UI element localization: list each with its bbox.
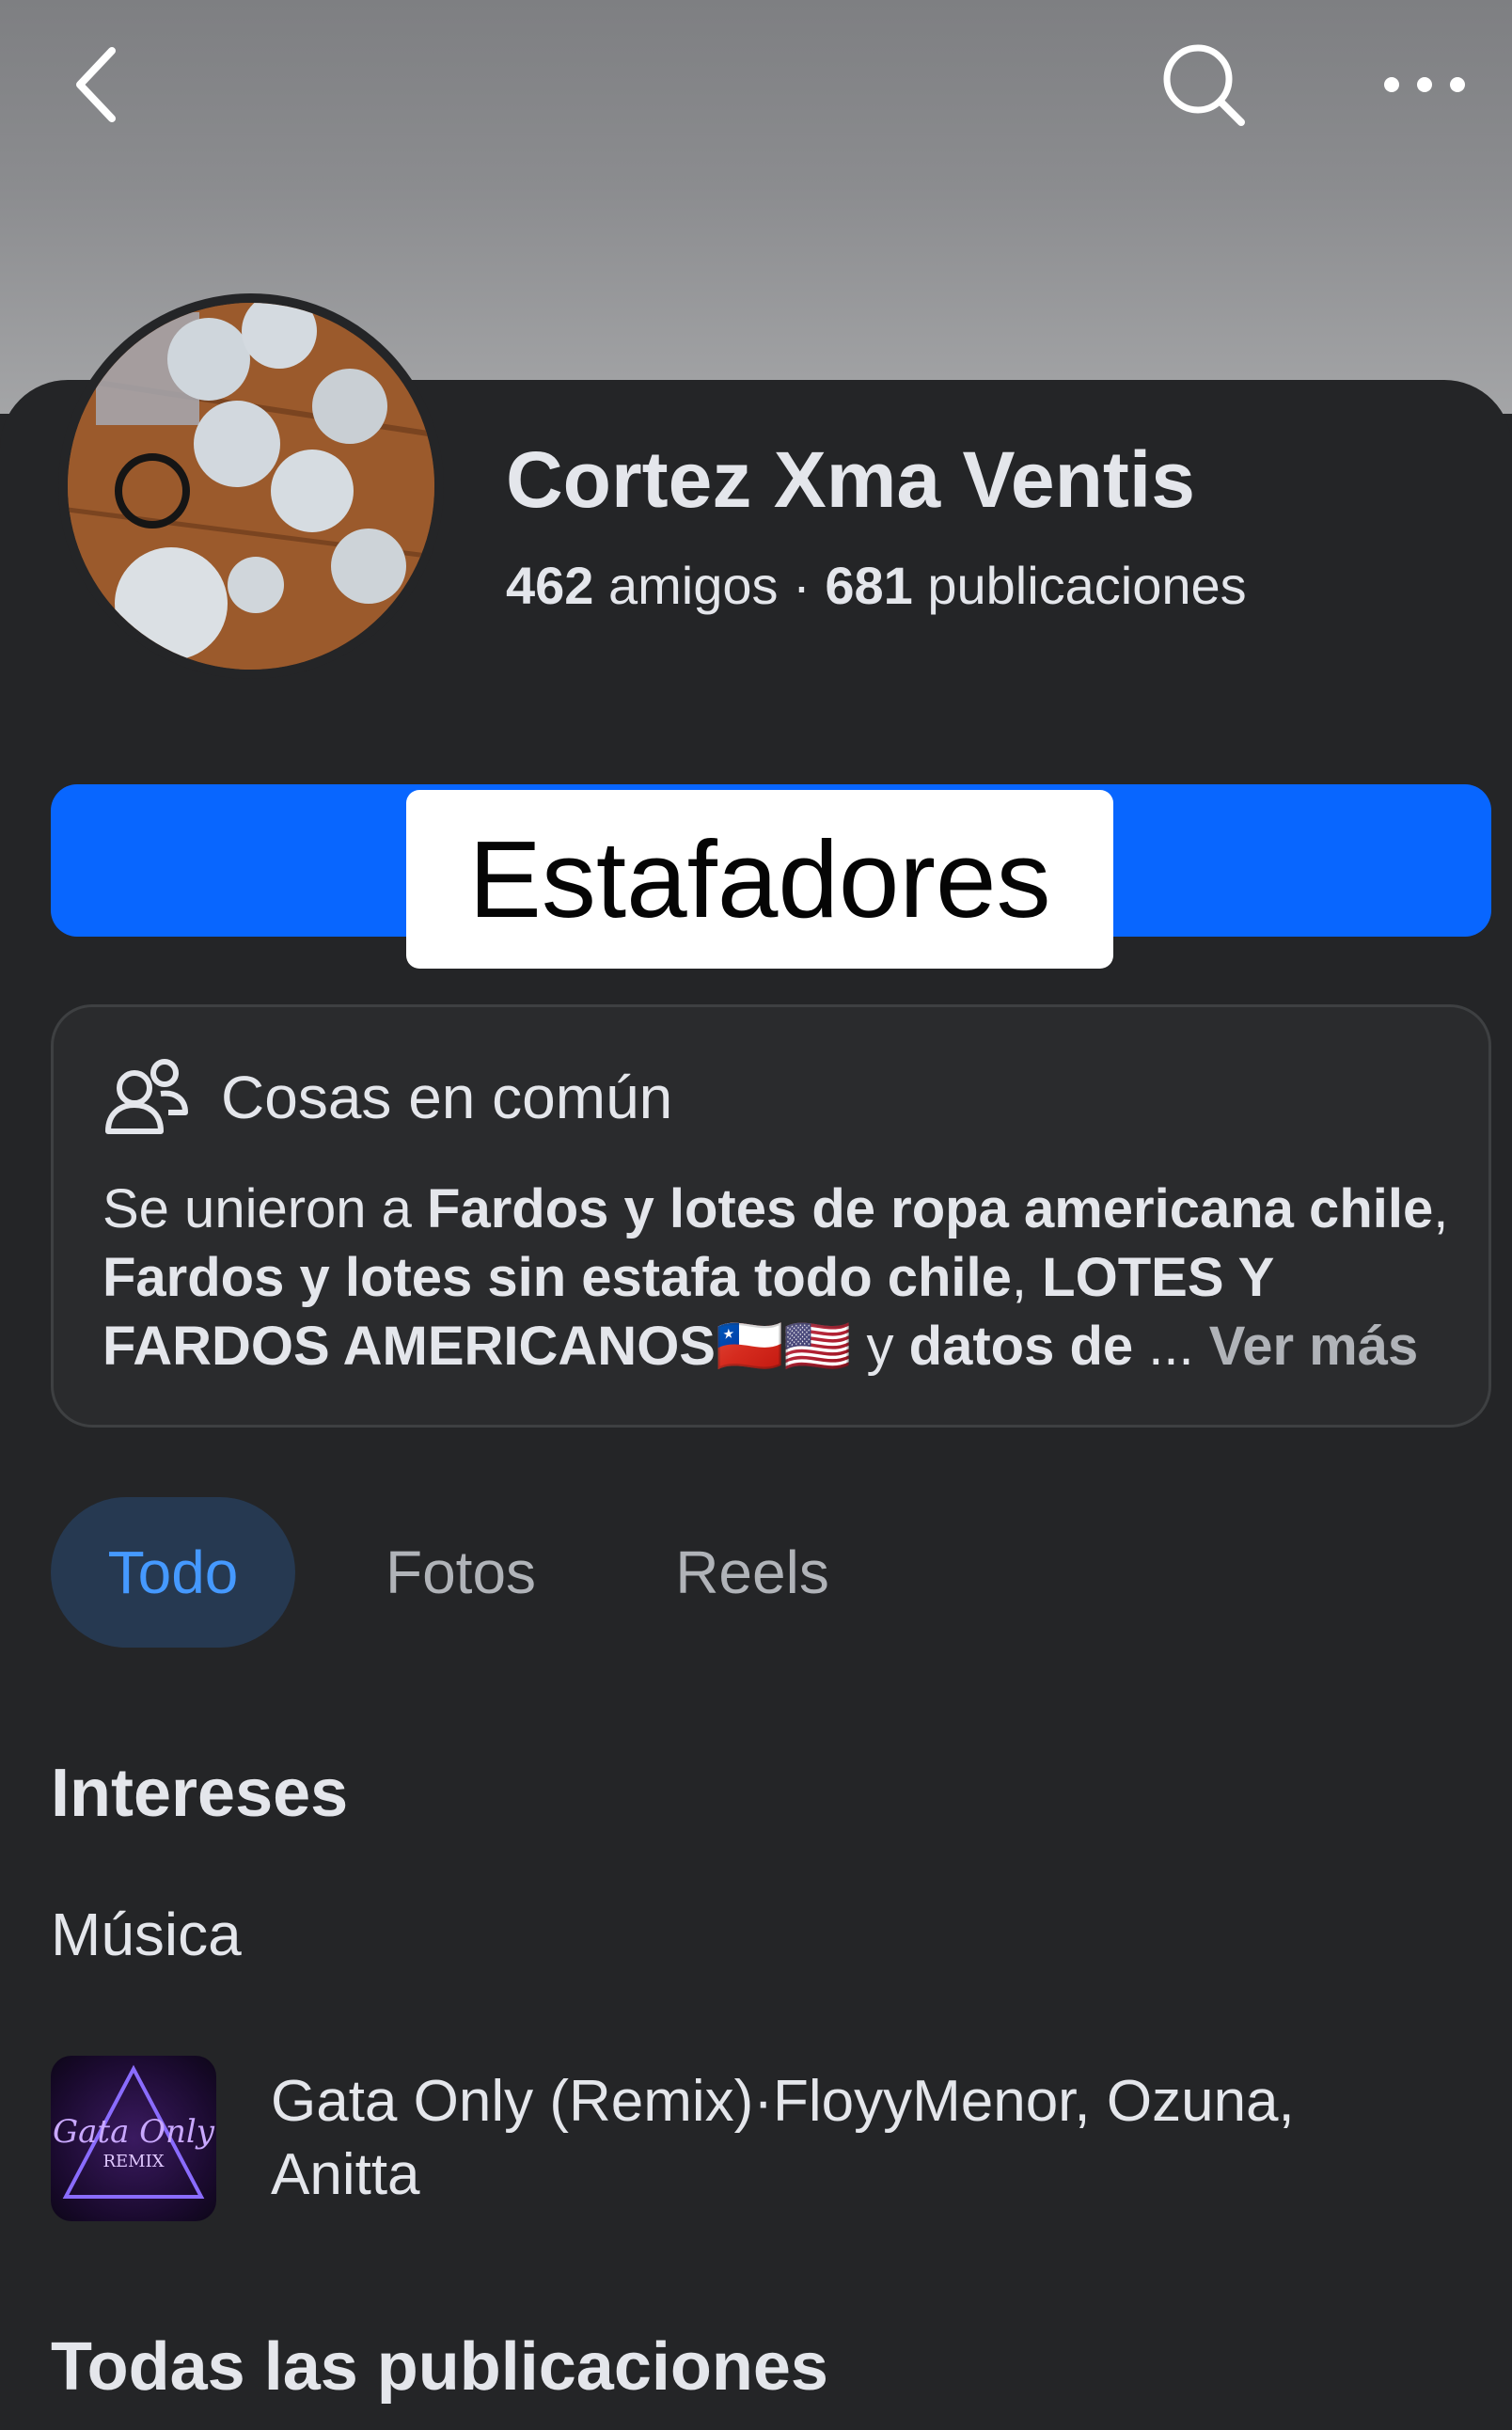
common-ellipsis: ... [1133, 1316, 1209, 1377]
see-more-link[interactable]: Ver más [1209, 1316, 1419, 1377]
group-link-4[interactable]: datos de [909, 1316, 1134, 1377]
overlay-label: Estafadores [406, 790, 1113, 969]
common-sep-2: , [1011, 1247, 1043, 1308]
common-title: Cosas en común [102, 1056, 672, 1139]
song-title: Gata Only (Remix)·FloyyMenor, Ozuna, Ani… [271, 2069, 1295, 2207]
stats-separator: · [793, 556, 811, 615]
common-sep-1: , [1433, 1178, 1449, 1239]
album-art-subtitle: REMIX [102, 2152, 164, 2171]
things-in-common-card[interactable]: Cosas en común Se unieron a Fardos y lot… [51, 1004, 1491, 1428]
profile-stats: 462 amigos · 681 publicaciones [506, 555, 1247, 616]
more-options-button[interactable] [1373, 38, 1476, 132]
common-title-text: Cosas en común [221, 1064, 673, 1131]
posts-label: publicaciones [927, 556, 1247, 615]
avatar-image [68, 303, 434, 670]
tab-todo[interactable]: Todo [51, 1497, 295, 1648]
tab-reels[interactable]: Reels [649, 1497, 856, 1648]
friends-label[interactable]: amigos [608, 556, 779, 615]
profile-name: Cortez Xma Ventis [506, 435, 1195, 524]
search-button[interactable] [1152, 38, 1255, 132]
music-interest-item[interactable]: Gata Only REMIX Gata Only (Remix)·FloyyM… [51, 2056, 1461, 2225]
album-art-title: Gata Only [53, 2113, 215, 2151]
back-button[interactable] [56, 38, 141, 132]
friends-count[interactable]: 462 [506, 556, 593, 615]
all-posts-title: Todas las publicaciones [51, 2329, 828, 2405]
group-link-1[interactable]: Fardos y lotes de ropa americana chile [427, 1178, 1433, 1239]
more-horizontal-icon [1384, 77, 1465, 92]
interests-category: Música [51, 1901, 242, 1968]
avatar[interactable] [58, 293, 444, 679]
common-groups-text: Se unieron a Fardos y lotes de ropa amer… [102, 1175, 1457, 1381]
people-icon [105, 1059, 188, 1134]
search-icon [1163, 44, 1245, 126]
common-prefix: Se unieron a [102, 1178, 428, 1239]
posts-count: 681 [825, 556, 913, 615]
tab-fotos[interactable]: Fotos [357, 1497, 564, 1648]
chevron-left-icon [76, 47, 116, 122]
album-art: Gata Only REMIX [51, 2056, 216, 2221]
common-conj: y [851, 1316, 909, 1377]
interests-title: Intereses [51, 1756, 349, 1831]
group-link-2[interactable]: Fardos y lotes sin estafa todo chile [102, 1247, 1012, 1308]
